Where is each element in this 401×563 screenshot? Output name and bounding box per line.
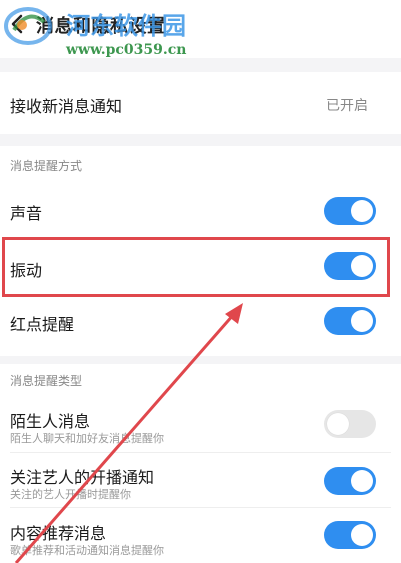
annotation-arrow-icon: [14, 303, 243, 563]
